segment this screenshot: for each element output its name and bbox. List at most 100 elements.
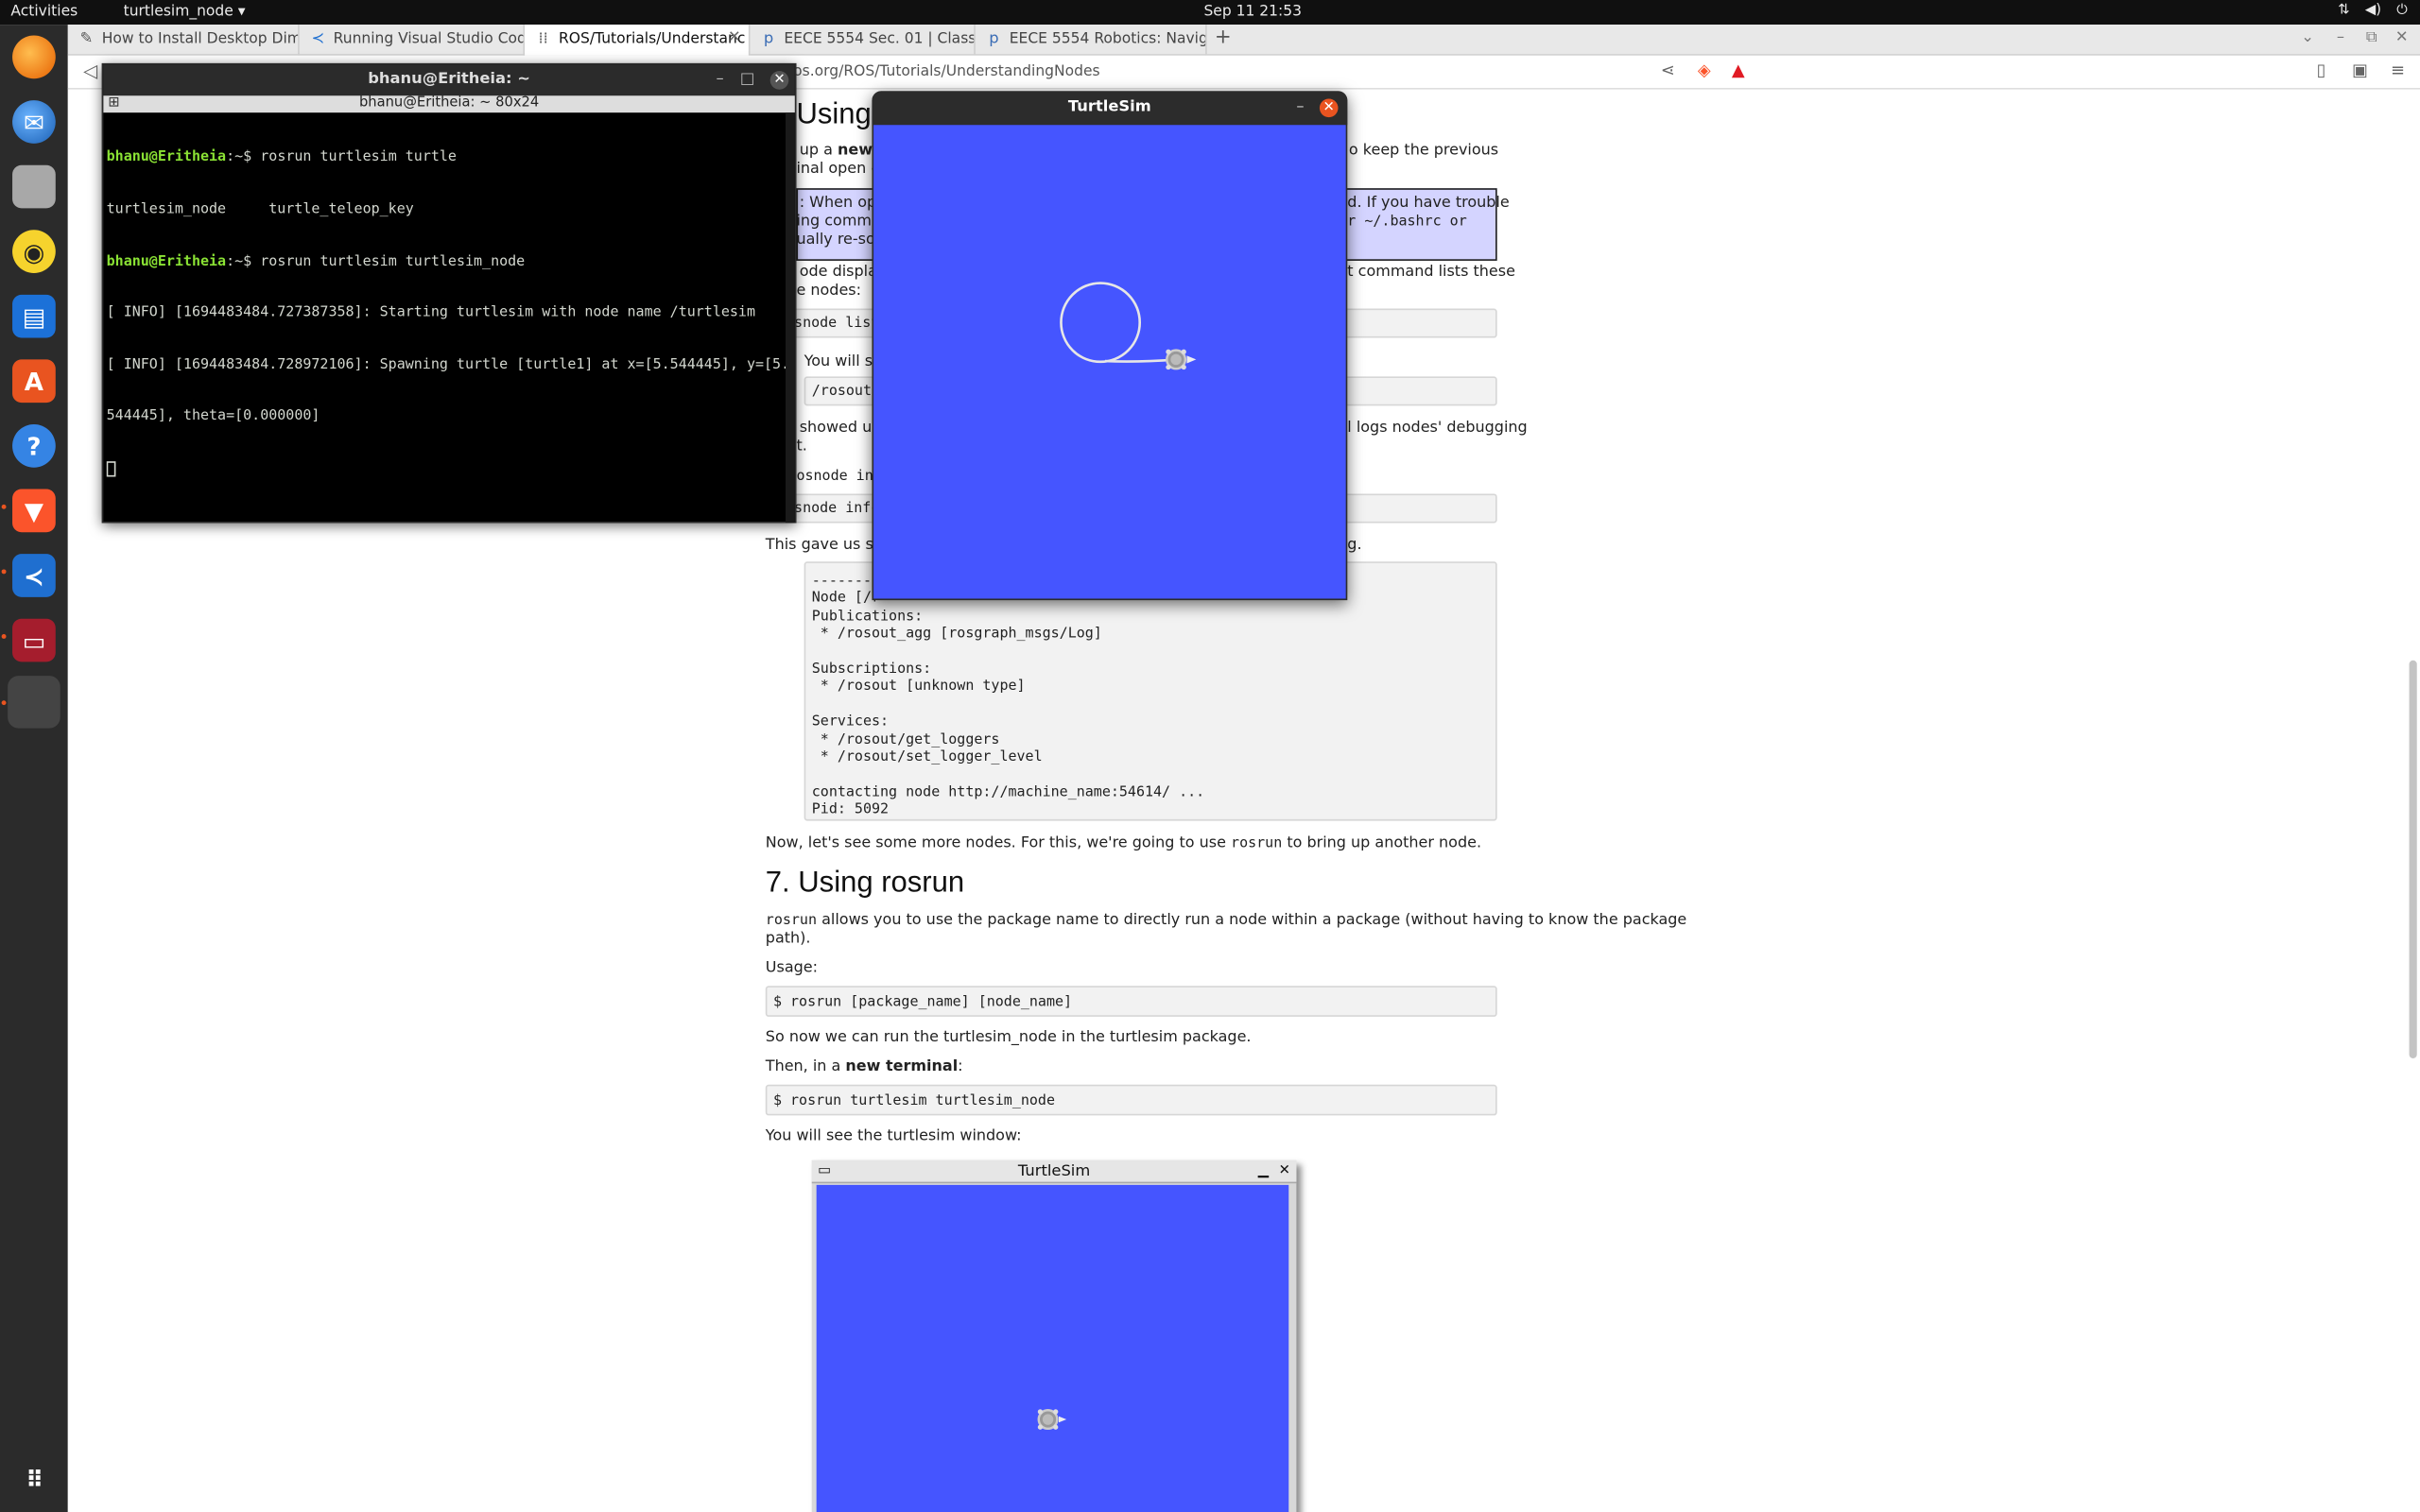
rhythmbox-icon: ◉ (12, 230, 56, 273)
share-icon[interactable]: ⋖ (1661, 60, 1675, 80)
dock-vscode[interactable]: ≺ (8, 549, 60, 602)
text-keep-previous: o keep the previous (1348, 142, 1499, 160)
dock: ✉ ◉ ▤ A ? ▼ ≺ ▭ ⠿ (0, 25, 68, 1512)
desktop: Activities turtlesim_node ▾ Sep 11 21:53… (0, 0, 2420, 1512)
close-icon[interactable]: ✕ (2395, 29, 2409, 46)
menu-icon[interactable]: ≡ (2391, 60, 2405, 80)
brave-rewards-icon[interactable]: ▲ (1732, 60, 1745, 80)
text-gave-us-end: g. (1347, 537, 1362, 555)
turtlesim-title[interactable]: TurtleSim (872, 91, 1348, 126)
note-text: r ~/.bashrc or (1347, 213, 1467, 231)
text-so-now: So now we can run the turtlesim_node in … (765, 1028, 1252, 1046)
page-icon: ✎ (79, 30, 94, 48)
minimize-icon[interactable]: – (1296, 98, 1304, 115)
app-menu[interactable]: turtlesim_node ▾ (124, 3, 246, 20)
tab-class-profile[interactable]: p EECE 5554 Sec. 01 | Class Profi (750, 25, 976, 56)
turtle-trail-circle (1060, 282, 1142, 364)
terminal-line: [ INFO] [1694483484.728972106]: Spawning… (106, 355, 786, 373)
dock-show-apps[interactable]: ⠿ (8, 1453, 60, 1506)
software-store-icon: A (12, 359, 56, 404)
terminal-cursor-line (106, 460, 786, 477)
thunderbird-icon: ✉ (12, 100, 56, 144)
dock-terminal[interactable]: ▭ (8, 614, 60, 667)
url-field[interactable]: os.org/ROS/Tutorials/UnderstandingNodes (793, 63, 1099, 80)
restore-icon[interactable]: ⧉ (2366, 29, 2377, 46)
back-icon[interactable]: ◁ (83, 60, 97, 82)
minimize-icon[interactable]: – (2337, 29, 2344, 46)
writer-icon: ▤ (12, 294, 56, 338)
window-icon (12, 680, 56, 724)
terminal-window[interactable]: bhanu@Eritheia: ~ – □ ✕ bhanu@Eritheia: … (101, 62, 797, 524)
sidebar-icon[interactable]: ▯ (2317, 60, 2326, 80)
image-titlebar: ▭ TurtleSim ▁ ✕ (811, 1160, 1297, 1184)
scrollbar-thumb[interactable] (2409, 660, 2417, 1058)
dock-writer[interactable]: ▤ (8, 290, 60, 343)
image-canvas (816, 1184, 1289, 1512)
dock-brave[interactable]: ▼ (8, 485, 60, 538)
ros-icon: ⁞⁞ (538, 30, 548, 48)
text-debug-end: t. (796, 438, 807, 455)
tab-label: ROS/Tutorials/Understanc (559, 30, 746, 48)
chevron-down-icon[interactable]: ⌄ (2301, 29, 2314, 46)
terminal-line: bhanu@Eritheia:~$ rosrun turtlesim turtl… (106, 252, 526, 270)
tab-ros-tutorials[interactable]: ⁞⁞ ROS/Tutorials/Understanc ✕ (525, 25, 751, 56)
dock-thunderbird[interactable]: ✉ (8, 95, 60, 148)
code-run-turtlesim: $ rosrun turtlesim turtlesim_node (765, 1084, 1497, 1116)
close-icon[interactable]: ✕ (769, 71, 789, 90)
turtle-icon (1037, 1409, 1067, 1431)
tab-menu-icon[interactable]: ⊞ (108, 95, 119, 111)
turtlesim-window[interactable]: TurtleSim – ✕ (872, 91, 1348, 601)
dock-software[interactable]: A (8, 355, 60, 408)
running-indicator (1, 569, 7, 575)
tab-label: EECE 5554 Sec. 01 | Class Profi (784, 30, 976, 48)
running-indicator (1, 504, 7, 509)
inline-rosnode-info: osnode in (796, 467, 873, 485)
dock-running-window[interactable] (8, 676, 60, 729)
network-icon[interactable]: ⇅ (2338, 3, 2349, 18)
dock-help[interactable]: ? (8, 420, 60, 472)
window-menu-icon: ▭ (818, 1163, 832, 1179)
firefox-icon (12, 35, 56, 79)
volume-icon[interactable]: ◀) (2365, 3, 2381, 18)
terminal-scrollbar[interactable] (786, 112, 795, 524)
new-tab-button[interactable]: + (1215, 26, 1232, 49)
terminal-icon: ▭ (12, 618, 56, 662)
close-icon[interactable]: ✕ (1319, 98, 1339, 118)
close-icon: ✕ (1278, 1163, 1290, 1179)
activities-button[interactable]: Activities (10, 3, 78, 20)
minimize-icon: ▁ (1257, 1163, 1270, 1179)
text-now-lets-see: Now, let's see some more nodes. For this… (765, 834, 1482, 852)
running-indicator (1, 700, 7, 706)
close-icon[interactable]: ✕ (728, 29, 741, 46)
brave-icon: ▼ (12, 489, 56, 533)
vscode-icon: ≺ (311, 30, 325, 48)
power-icon[interactable]: ⏻ (2396, 3, 2408, 18)
tab-label: EECE 5554 Robotics: Navigati (1009, 30, 1207, 48)
dock-rhythmbox[interactable]: ◉ (8, 225, 60, 278)
terminal-line: turtlesim_node turtle_teleop_key (106, 200, 414, 218)
terminal-output[interactable]: bhanu@Eritheia:~$ rosrun turtlesim turtl… (106, 114, 786, 512)
tab-bar: ✎ How to Install Desktop Dimm ≺ Running … (67, 25, 2420, 56)
system-tray[interactable]: ⇅ ◀) ⏻ (2338, 3, 2408, 18)
text-lists-nodes: t command lists these (1347, 264, 1515, 282)
dock-firefox[interactable] (8, 31, 60, 84)
tab-vscode[interactable]: ≺ Running Visual Studio Code o (300, 25, 526, 56)
gnome-top-bar: Activities turtlesim_node ▾ Sep 11 21:53… (0, 0, 2420, 26)
text-see-window: You will see the turtlesim window: (765, 1127, 1022, 1145)
text-nodes: e nodes: (796, 282, 862, 300)
wallet-icon[interactable]: ▣ (2352, 60, 2368, 80)
tab-desktop-dimmer[interactable]: ✎ How to Install Desktop Dimm (68, 25, 300, 56)
turtlesim-screenshot-image: ▭ TurtleSim ▁ ✕ (811, 1160, 1297, 1512)
clock[interactable]: Sep 11 21:53 (1203, 3, 1302, 20)
minimize-icon[interactable]: – (717, 71, 724, 88)
maximize-icon[interactable]: □ (740, 71, 754, 88)
page-scrollbar[interactable] (2406, 90, 2418, 1512)
terminal-line: [ INFO] [1694483484.727387358]: Starting… (106, 304, 756, 321)
vscode-icon: ≺ (12, 554, 56, 597)
section-heading-rosrun: 7. Using rosrun (765, 867, 965, 900)
tab-robotics[interactable]: p EECE 5554 Robotics: Navigati (976, 25, 1207, 56)
running-indicator (1, 634, 7, 639)
brave-shield-icon[interactable]: ◈ (1698, 60, 1711, 80)
terminal-title[interactable]: bhanu@Eritheia: ~ (103, 64, 795, 96)
dock-files[interactable] (8, 161, 60, 214)
